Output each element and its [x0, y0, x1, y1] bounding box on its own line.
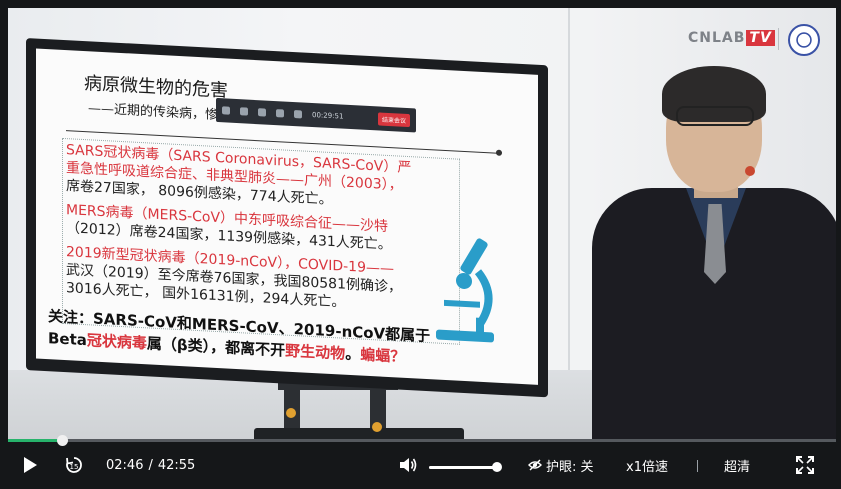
presentation-slide: 病原微生物的危害 ——近期的传染病，惨痛的教训，逼迫我们思考 00:29:51 …	[36, 48, 538, 385]
university-seal-icon	[788, 24, 820, 56]
share-icon	[258, 108, 266, 117]
video-player: 病原微生物的危害 ——近期的传染病，惨痛的教训，逼迫我们思考 00:29:51 …	[0, 0, 841, 489]
microscope-icon	[436, 238, 494, 343]
stand-caster	[286, 408, 296, 418]
volume-handle[interactable]	[492, 462, 503, 472]
note-highlight: 野生动物	[285, 341, 346, 363]
volume-fill	[429, 466, 498, 469]
note-highlight: 蝙蝠？	[360, 345, 406, 366]
camera-icon	[240, 107, 248, 116]
control-divider	[697, 460, 698, 472]
speed-label: x1倍速	[626, 459, 668, 475]
volume-slider[interactable]	[429, 462, 503, 472]
divider-dot	[496, 149, 502, 156]
progress-handle[interactable]	[56, 435, 68, 446]
quality-label: 超清	[724, 459, 751, 475]
meeting-time: 00:29:51	[312, 110, 344, 121]
presenter-glasses	[676, 106, 754, 126]
cnlab-tv-logo: CNLAB TV	[688, 30, 775, 46]
eye-off-icon	[528, 459, 542, 471]
play-button[interactable]	[22, 446, 38, 484]
record-icon	[276, 109, 284, 118]
progress-fill	[8, 439, 62, 442]
background-flower	[745, 166, 755, 176]
logo-text: CNLAB	[688, 30, 746, 46]
eye-protect-label: 护眼: 关	[546, 459, 594, 475]
play-icon	[24, 457, 37, 473]
logo-tv-text: TV	[746, 30, 775, 46]
note-text: 。	[345, 344, 361, 364]
speed-button[interactable]: x1倍速	[626, 446, 668, 484]
mic-icon	[222, 106, 230, 115]
time-display: 02:46 / 42:55	[106, 446, 195, 484]
fullscreen-button[interactable]	[796, 446, 814, 484]
participants-icon	[294, 110, 302, 119]
stand-caster	[372, 422, 382, 432]
svg-text:15: 15	[70, 463, 79, 471]
replay-15-icon: 15	[66, 457, 82, 473]
control-bar: 15 02:46 / 42:55 护眼: 关 x1倍速 超清	[8, 446, 836, 484]
current-time: 02:46	[106, 457, 144, 473]
logo-divider	[778, 28, 779, 50]
volume-icon	[400, 458, 417, 472]
video-frame[interactable]: 病原微生物的危害 ——近期的传染病，惨痛的教训，逼迫我们思考 00:29:51 …	[8, 8, 836, 440]
note-highlight: 冠状病毒	[86, 331, 147, 353]
replay-15-button[interactable]: 15	[64, 446, 84, 484]
fullscreen-icon	[796, 456, 814, 474]
volume-button[interactable]	[398, 446, 418, 484]
duration: 42:55	[157, 457, 196, 473]
note-text: Beta	[48, 329, 87, 350]
eye-protect-toggle[interactable]: 护眼: 关	[528, 446, 594, 484]
tv-monitor: 病原微生物的危害 ——近期的传染病，惨痛的教训，逼迫我们思考 00:29:51 …	[26, 38, 548, 398]
note-text: 属（β类），都离不开	[146, 334, 286, 360]
quality-button[interactable]: 超清	[724, 446, 750, 484]
time-separator: /	[148, 457, 153, 473]
progress-bar[interactable]	[8, 435, 836, 446]
end-meeting-button: 结束会议	[377, 111, 410, 127]
